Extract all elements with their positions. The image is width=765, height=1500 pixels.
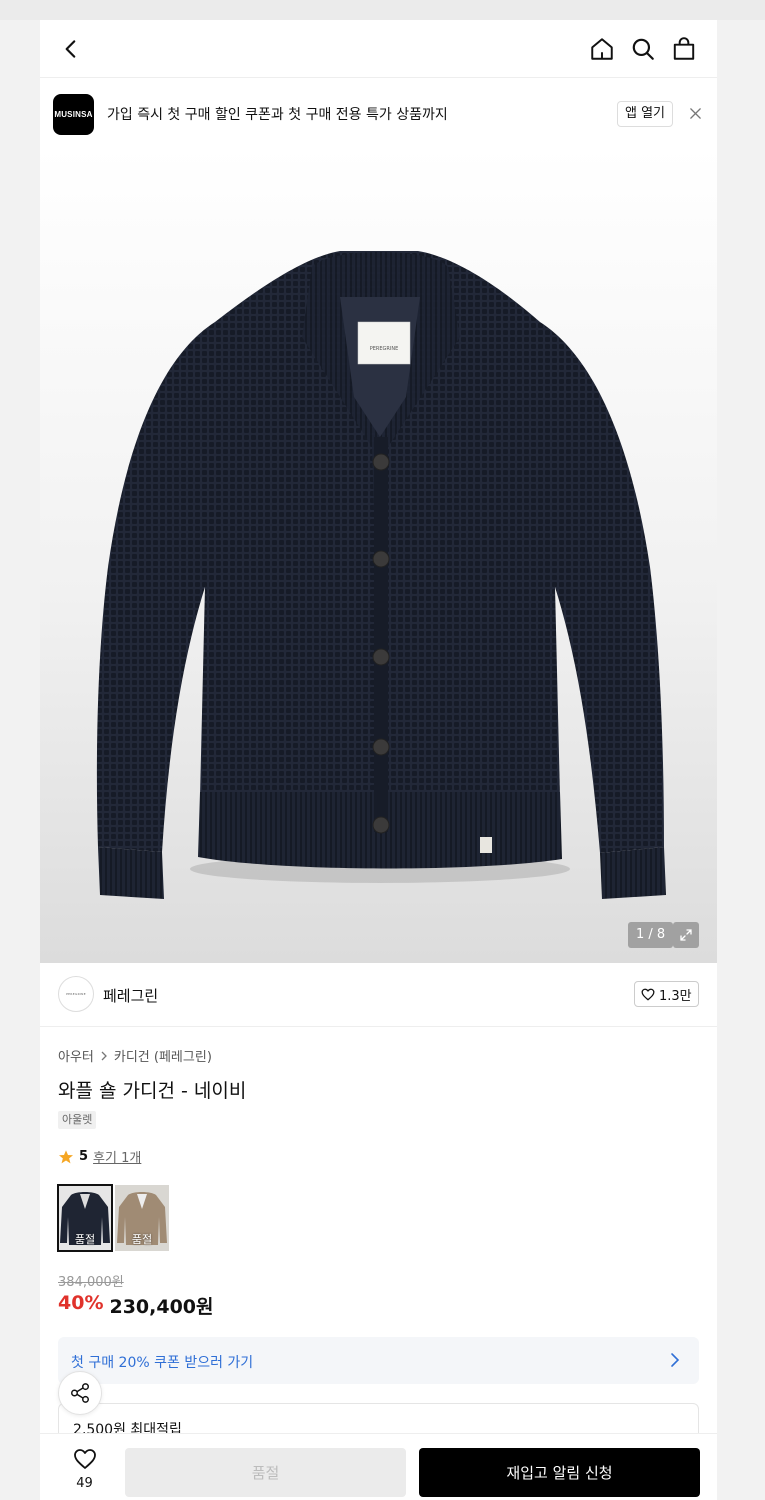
search-icon [632,38,654,60]
wishlist-count: 49 [76,1476,93,1491]
heart-icon [641,988,655,1000]
color-options: 품절 품절 [57,1184,169,1252]
color-option-navy[interactable]: 품절 [57,1184,113,1252]
home-button[interactable] [587,34,617,64]
banner-message: 가입 즉시 첫 구매 할인 쿠폰과 첫 구매 전용 특가 상품까지 [107,107,448,123]
original-price: 384,000원 [58,1275,124,1290]
share-button[interactable] [58,1371,102,1415]
banner-close-button[interactable] [685,103,705,123]
search-button[interactable] [628,34,658,64]
breadcrumb-category[interactable]: 아우터 [58,1046,94,1065]
product-image-gallery[interactable]: PEREGRINE 1 / 8 [40,147,717,963]
brand-like-count: 1.3만 [659,988,692,1004]
share-icon [71,1383,89,1403]
chevron-left-icon [65,40,76,58]
top-nav-bar [40,20,717,78]
brand-like-button[interactable]: 1.3만 [634,981,699,1007]
garment-label-text: PEREGRINE [370,346,399,352]
coupon-text: 첫 구매 20% 쿠폰 받으러 가기 [71,1355,254,1371]
restock-alert-button[interactable]: 재입고 알림 신청 [419,1448,700,1497]
reviews-link[interactable]: 후기 1개 [93,1147,141,1166]
brand-logo[interactable]: PEREGRINE [58,976,94,1012]
breadcrumb: 아우터 카디건 (페레그린) [58,1046,212,1065]
first-purchase-coupon-banner[interactable]: 첫 구매 20% 쿠폰 받으러 가기 [58,1337,699,1384]
soldout-overlay: 품절 [131,1233,153,1246]
shopping-bag-icon [673,37,695,60]
bottom-action-bar: 49 품절 재입고 알림 신청 [40,1433,717,1500]
wishlist-button[interactable]: 49 [62,1448,107,1491]
back-button[interactable] [56,34,86,64]
brand-row: PEREGRINE 페레그린 1.3만 [40,963,717,1027]
page-frame: MUSINSA 가입 즉시 첫 구매 할인 쿠폰과 첫 구매 전용 특가 상품까… [40,20,717,1500]
musinsa-logo: MUSINSA [53,94,94,135]
soldout-overlay: 품절 [74,1233,96,1246]
image-counter: 1 / 8 [628,922,674,948]
rating-score: 5 [79,1149,89,1164]
breadcrumb-subcategory[interactable]: 카디건 (페레그린) [114,1046,212,1065]
sale-price: 230,400원 [109,1296,214,1318]
discount-rate: 40% [58,1292,104,1314]
color-option-beige[interactable]: 품절 [115,1185,169,1251]
close-icon [689,107,701,119]
cart-button[interactable] [669,34,699,64]
price-row: 40% 230,400원 [58,1292,214,1319]
star-icon [59,1149,73,1163]
expand-image-button[interactable] [673,922,699,948]
product-title: 와플 숄 가디건 - 네이비 [58,1080,247,1102]
outlet-tag: 아울렛 [58,1111,97,1129]
app-install-banner: MUSINSA 가입 즉시 첫 구매 할인 쿠폰과 첫 구매 전용 특가 상품까… [40,79,717,147]
rating-row: 5 후기 1개 [58,1147,141,1166]
home-icon [591,38,613,60]
open-app-button[interactable]: 앱 열기 [617,101,674,127]
brand-name[interactable]: 페레그린 [103,985,158,1006]
chevron-right-icon [101,1051,107,1060]
cardigan-product-image: PEREGRINE [96,251,666,899]
heart-icon [73,1449,96,1469]
expand-icon [680,929,692,941]
soldout-button: 품절 [125,1448,406,1497]
chevron-right-icon [671,1353,680,1367]
top-strip [0,0,765,20]
